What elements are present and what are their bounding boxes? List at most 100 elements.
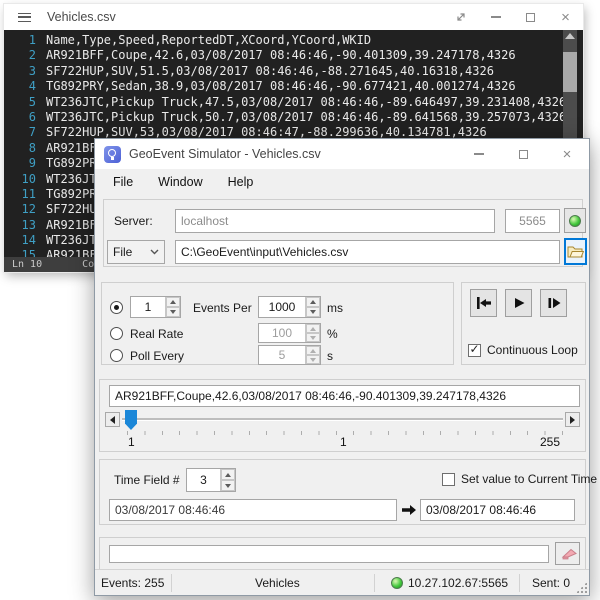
desktop: Vehicles.csv × 1 Name,Type,Speed,Reporte… [0,0,600,600]
scrollbar-thumb[interactable] [563,52,577,92]
geoevent-app-icon [104,146,121,163]
line-text: AR921BFF,Coupe,42.6,03/08/2017 08:46:46,… [36,48,516,63]
csv-line: 3 SF722HUP,SUV,51.5,03/08/2017 08:46:46,… [4,64,583,79]
slider-track[interactable] [122,418,563,420]
line-indicator: Ln 10 [12,259,42,270]
line-number: 9 [4,156,36,171]
line-text: AR921BF [36,218,97,233]
csv-line: 5 WT236JTC,Pickup Truck,47.5,03/08/2017 … [4,95,583,110]
rate-group: 1 Events Per 1000 ms Real Rate 100 % Pol… [101,282,454,365]
poll-every-radio[interactable] [110,349,123,362]
chevron-down-icon [150,249,159,255]
clear-button[interactable] [555,542,580,565]
menu-help[interactable]: Help [228,175,254,189]
connect-button[interactable] [564,208,586,233]
real-rate-label: Real Rate [130,327,183,341]
current-event-field[interactable]: AR921BFF,Coupe,42.6,03/08/2017 08:46:46,… [109,385,580,407]
minimize-icon[interactable] [457,140,501,168]
continuous-loop-row: Continuous Loop [468,343,578,357]
events-per-radio[interactable] [110,301,123,314]
continuous-loop-checkbox[interactable] [468,344,481,357]
line-text: WT236JTC,Pickup Truck,47.5,03/08/2017 08… [36,95,566,110]
skip-to-start-button[interactable] [470,289,497,317]
real-rate-spinner[interactable]: 100 [258,323,321,343]
open-folder-icon [567,245,584,258]
geo-window-controls: × [457,140,589,168]
real-rate-radio[interactable] [110,327,123,340]
events-per-label: Events Per [193,301,252,315]
interval-spinner[interactable]: 1000 [258,296,321,318]
spin-up-icon[interactable] [306,297,320,307]
percent-unit-label: % [327,327,338,341]
browse-file-button[interactable] [564,238,587,265]
minimize-icon[interactable] [478,5,513,29]
connection-group: Server: localhost 5565 File C:\GeoEvent\… [103,199,583,267]
event-count-spinner[interactable]: 1 [130,296,181,318]
file-path-input[interactable]: C:\GeoEvent\input\Vehicles.csv [175,240,560,264]
log-field[interactable] [109,545,549,563]
line-text: TG892PRY,Sedan,38.9,03/08/2017 08:46:46,… [36,79,516,94]
statusbar-separator [519,574,520,592]
time-to-field[interactable]: 03/08/2017 08:46:46 [420,499,575,521]
transport-group: Continuous Loop [461,282,586,365]
slider-left-arrow[interactable] [105,412,120,427]
slider-thumb[interactable] [125,410,137,430]
close-icon[interactable]: × [545,140,589,168]
log-group [99,537,586,570]
step-button[interactable] [540,289,567,317]
csv-line: 4 TG892PRY,Sedan,38.9,03/08/2017 08:46:4… [4,79,583,94]
ms-unit-label: ms [327,301,343,315]
statusbar-separator [374,574,375,592]
spin-up-icon[interactable] [221,469,235,480]
time-field-spinner[interactable]: 3 [186,468,236,492]
spin-down-icon[interactable] [306,307,320,317]
resize-grip[interactable] [576,582,587,593]
statusbar-separator [171,574,172,592]
time-from-field[interactable]: 03/08/2017 08:46:46 [109,499,397,521]
spin-up-icon [306,346,320,355]
line-number: 7 [4,125,36,140]
current-time-row: Set value to Current Time [442,472,597,486]
line-number: 11 [4,187,36,202]
geoevent-simulator-window: GeoEvent Simulator - Vehicles.csv × File… [94,138,590,596]
line-text: AR921BF [36,248,97,257]
spin-down-icon[interactable] [221,480,235,491]
maximize-icon[interactable] [513,5,548,29]
set-current-time-checkbox[interactable] [442,473,455,486]
source-type-dropdown[interactable]: File [107,240,165,264]
line-number: 2 [4,48,36,63]
slider-right-arrow[interactable] [565,412,580,427]
maximize-icon[interactable] [501,140,545,168]
server-host-input[interactable]: localhost [175,209,495,233]
line-number: 5 [4,95,36,110]
time-field-label: Time Field # [114,473,180,487]
connection-led-icon [569,215,581,227]
line-number: 3 [4,64,36,79]
slider-max-label: 255 [540,435,560,449]
scroll-up-icon[interactable] [565,33,575,39]
hamburger-menu-icon[interactable] [18,13,31,22]
geo-statusbar: Events: 255 Vehicles 10.27.102.67:5565 S… [95,569,589,595]
server-label: Server: [114,214,153,228]
close-icon[interactable]: × [548,5,583,29]
line-text: SF722HUP,SUV,51.5,03/08/2017 08:46:46,-8… [36,64,494,79]
spin-up-icon[interactable] [166,297,180,307]
step-forward-icon [546,296,562,310]
csv-window-controls: × [443,5,583,29]
play-icon [512,296,526,310]
expand-icon[interactable] [443,5,478,29]
csv-window-title: Vehicles.csv [47,10,116,24]
menu-window[interactable]: Window [158,175,202,189]
play-button[interactable] [505,289,532,317]
events-count: Events: 255 [101,576,164,590]
spin-down-icon[interactable] [166,307,180,317]
poll-spinner[interactable]: 5 [258,345,321,365]
menu-file[interactable]: File [113,175,133,189]
server-port-input[interactable]: 5565 [505,209,560,233]
line-text: SF722HU [36,202,97,217]
endpoint-address: 10.27.102.67:5565 [408,576,508,590]
interval-value: 1000 [259,297,305,317]
status-led-icon [391,577,403,589]
geo-titlebar: GeoEvent Simulator - Vehicles.csv × [95,139,589,169]
seconds-unit-label: s [327,349,333,363]
